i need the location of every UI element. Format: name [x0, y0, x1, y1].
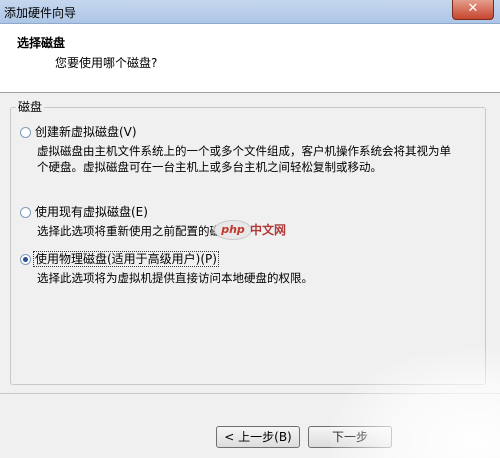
radio-use-existing-disk[interactable]	[20, 207, 31, 218]
option-desc-use-existing-disk: 选择此选项将重新使用之前配置的磁盘。	[37, 224, 244, 238]
watermark-logo: php	[214, 220, 252, 240]
option-label-use-physical-disk[interactable]: 使用物理磁盘(适用于高级用户)(P)	[33, 251, 219, 267]
groupbox-label: 磁盘	[16, 100, 45, 114]
close-icon: ✕	[467, 1, 479, 16]
radio-create-new-disk[interactable]	[20, 127, 31, 138]
option-desc-create-new-disk-line1: 虚拟磁盘由主机文件系统上的一个或多个文件组成，客户机操作系统会将其视为单	[37, 144, 451, 158]
watermark-text: 中文网	[250, 223, 287, 237]
back-button[interactable]: < 上一步(B)	[216, 426, 300, 448]
footer-divider	[0, 393, 500, 394]
option-label-use-existing-disk[interactable]: 使用现有虚拟磁盘(E)	[35, 205, 148, 219]
close-button[interactable]: ✕	[452, 0, 494, 20]
title-bar: 添加硬件向导 ✕	[0, 0, 500, 24]
wizard-header: 选择磁盘 您要使用哪个磁盘?	[0, 24, 500, 93]
radio-use-physical-disk[interactable]	[20, 254, 31, 265]
watermark: php 中文网	[214, 220, 296, 242]
next-button[interactable]: 下一步	[308, 426, 392, 448]
window-title: 添加硬件向导	[4, 6, 77, 20]
option-desc-use-physical-disk: 选择此选项将为虚拟机提供直接访问本地硬盘的权限。	[37, 271, 313, 285]
option-desc-create-new-disk-line2: 个硬盘。虚拟磁盘可在一台主机上或多台主机之间轻松复制或移动。	[37, 160, 382, 174]
page-title: 选择磁盘	[17, 36, 66, 50]
option-label-create-new-disk[interactable]: 创建新虚拟磁盘(V)	[35, 125, 137, 139]
page-subtitle: 您要使用哪个磁盘?	[55, 56, 158, 70]
